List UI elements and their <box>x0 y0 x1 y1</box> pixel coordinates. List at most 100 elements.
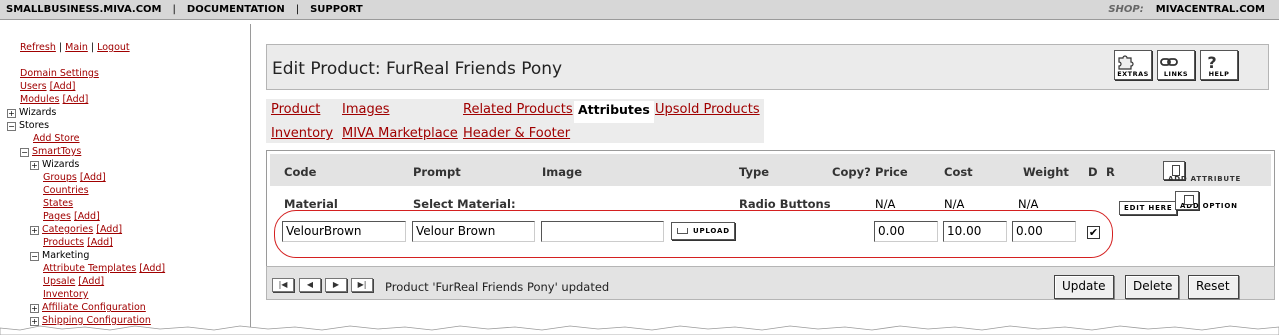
extras-label: EXTRAS <box>1117 70 1149 78</box>
update-button[interactable]: Update <box>1054 275 1114 299</box>
next-page-button[interactable]: ▶ <box>325 278 347 292</box>
default-checkbox[interactable]: ✔ <box>1087 226 1100 239</box>
sidebar-item-groups[interactable]: Groups <box>43 172 77 183</box>
column-header-copy: Copy? <box>832 165 871 179</box>
sidebar-item-categories[interactable]: Categories <box>42 224 93 235</box>
option-image-input[interactable] <box>541 221 664 242</box>
sidebar-item-wizards[interactable]: Wizards <box>19 107 56 118</box>
attributes-panel: Code Prompt Image Type Copy? Price Cost … <box>266 150 1275 276</box>
chain-link-icon <box>1160 58 1178 66</box>
puzzle-icon <box>1118 55 1134 70</box>
links-label: LINKS <box>1163 70 1189 78</box>
attribute-templates-add-link[interactable]: [Add] <box>139 263 165 274</box>
sidebar-item-stores[interactable]: Stores <box>19 120 49 131</box>
sidebar-item-domain-settings[interactable]: Domain Settings <box>20 68 99 79</box>
option-price-input[interactable]: 0.00 <box>874 221 938 242</box>
sidebar-item-affiliate-configuration[interactable]: Affiliate Configuration <box>42 302 146 313</box>
reset-button[interactable]: Reset <box>1188 275 1239 299</box>
separator: | <box>172 4 176 15</box>
users-add-link[interactable]: [Add] <box>50 81 76 92</box>
tab-upsold-products[interactable]: Upsold Products <box>655 102 760 117</box>
main-content: Edit Product: FurReal Friends Pony EXTRA… <box>258 24 1279 335</box>
tab-related-products[interactable]: Related Products <box>463 102 573 117</box>
collapse-icon[interactable]: − <box>20 148 29 157</box>
sidebar-item-store-wizards[interactable]: Wizards <box>42 159 79 170</box>
products-add-link[interactable]: [Add] <box>87 237 113 248</box>
previous-page-button[interactable]: ◀ <box>299 278 321 292</box>
links-button[interactable]: LINKS <box>1157 50 1195 80</box>
upload-button[interactable]: UPLOAD <box>671 222 735 240</box>
refresh-link[interactable]: Refresh <box>20 42 56 53</box>
top-nav-support[interactable]: SUPPORT <box>310 4 363 15</box>
tab-attributes[interactable]: Attributes <box>574 101 654 123</box>
column-header-required: R <box>1106 165 1115 179</box>
last-page-button[interactable]: ▶| <box>351 278 373 292</box>
add-attribute-button[interactable]: ADD ATTRIBUTE <box>1163 161 1240 183</box>
tab-images[interactable]: Images <box>342 102 390 117</box>
sidebar-item-pages[interactable]: Pages <box>43 211 71 222</box>
column-header-default: D <box>1088 165 1098 179</box>
attribute-code: Material <box>284 197 338 211</box>
top-nav-documentation[interactable]: DOCUMENTATION <box>187 4 285 15</box>
logout-link[interactable]: Logout <box>97 42 130 53</box>
categories-add-link[interactable]: [Add] <box>96 224 122 235</box>
help-label: HELP <box>1208 70 1230 78</box>
column-header-prompt: Prompt <box>413 165 461 179</box>
attribute-cost: N/A <box>944 197 965 211</box>
upsale-add-link[interactable]: [Add] <box>78 276 104 287</box>
shop-name-link[interactable]: MIVACENTRAL.COM <box>1156 4 1265 15</box>
expand-icon[interactable]: + <box>30 161 39 170</box>
option-cost-input[interactable]: 10.00 <box>943 221 1007 242</box>
add-document-icon <box>1172 165 1180 176</box>
expand-icon[interactable]: + <box>7 109 16 118</box>
first-page-button[interactable]: |◀ <box>272 278 294 292</box>
sidebar-item-smarttoys[interactable]: SmartToys <box>32 146 81 157</box>
option-prompt-input[interactable]: Velour Brown <box>412 221 535 242</box>
top-nav: SMALLBUSINESS.MIVA.COM | DOCUMENTATION | SUP… <box>6 4 363 15</box>
collapse-icon[interactable]: − <box>30 252 39 261</box>
sidebar: Refresh | Main | Logout Domain Settings … <box>0 24 251 335</box>
sidebar-item-upsale[interactable]: Upsale <box>43 276 75 287</box>
add-document-icon <box>1184 195 1194 205</box>
tab-inventory[interactable]: Inventory <box>271 126 333 141</box>
main-link[interactable]: Main <box>65 42 88 53</box>
option-weight-input[interactable]: 0.00 <box>1012 221 1076 242</box>
shop-indicator: SHOP: MIVACENTRAL.COM <box>1108 4 1265 15</box>
sidebar-item-states[interactable]: States <box>43 198 73 209</box>
attributes-table-header: Code Prompt Image Type Copy? Price Cost … <box>270 154 1271 186</box>
modules-add-link[interactable]: [Add] <box>63 94 89 105</box>
torn-edge-decoration <box>0 325 1279 335</box>
column-header-code: Code <box>284 165 317 179</box>
sidebar-item-inventory[interactable]: Inventory <box>43 289 88 300</box>
collapse-icon[interactable]: − <box>7 122 16 131</box>
top-nav-smallbusiness[interactable]: SMALLBUSINESS.MIVA.COM <box>6 4 162 15</box>
sidebar-item-marketing[interactable]: Marketing <box>42 250 89 261</box>
expand-icon[interactable]: + <box>30 226 39 235</box>
attribute-price: N/A <box>875 197 896 211</box>
sidebar-item-attribute-templates[interactable]: Attribute Templates <box>43 263 136 274</box>
tab-product[interactable]: Product <box>271 102 320 117</box>
tab-header-footer[interactable]: Header & Footer <box>463 126 570 141</box>
groups-add-link[interactable]: [Add] <box>80 172 106 183</box>
attribute-weight: N/A <box>1018 197 1039 211</box>
attribute-row: Material Select Material: Radio Buttons … <box>270 189 1271 215</box>
sidebar-item-products[interactable]: Products <box>43 237 84 248</box>
separator: | <box>58 42 63 53</box>
tab-miva-marketplace[interactable]: MIVA Marketplace <box>342 126 458 141</box>
help-button[interactable]: ? HELP <box>1200 50 1238 80</box>
column-header-price: Price <box>875 165 908 179</box>
sidebar-item-countries[interactable]: Countries <box>43 185 89 196</box>
attribute-type: Radio Buttons <box>739 197 831 211</box>
pages-add-link[interactable]: [Add] <box>74 211 100 222</box>
page-title: Edit Product: FurReal Friends Pony <box>272 59 563 79</box>
sidebar-item-add-store[interactable]: Add Store <box>33 133 80 144</box>
delete-button[interactable]: Delete <box>1125 275 1179 299</box>
extras-button[interactable]: EXTRAS <box>1114 50 1152 80</box>
expand-icon[interactable]: + <box>30 304 39 313</box>
column-header-image: Image <box>542 165 583 179</box>
edit-here-button[interactable]: EDIT HERE <box>1119 201 1178 215</box>
sidebar-item-modules[interactable]: Modules <box>20 94 60 105</box>
sidebar-item-users[interactable]: Users <box>20 81 47 92</box>
option-code-input[interactable]: VelourBrown <box>282 221 406 242</box>
add-option-button[interactable]: ADD OPTION <box>1175 191 1237 210</box>
